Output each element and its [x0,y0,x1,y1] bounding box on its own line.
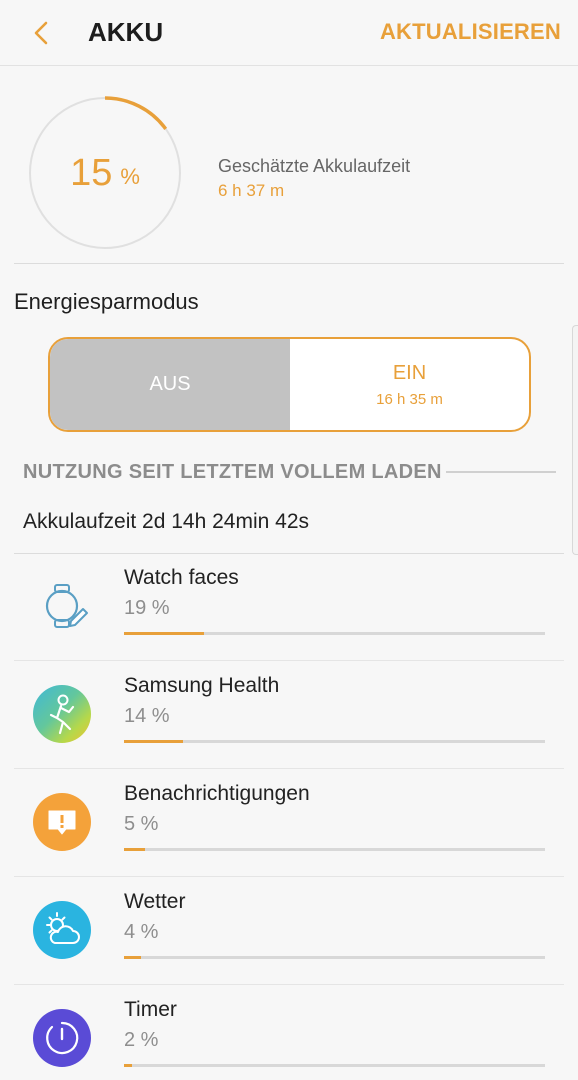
usage-bar-fill [124,848,146,851]
refresh-button[interactable]: AKTUALISIEREN [380,19,561,45]
usage-heading: NUTZUNG SEIT LETZTEM VOLLEM LADEN [23,461,442,483]
battery-level-unit: % [120,164,140,189]
app-percent: 5 % [124,813,159,835]
usage-bar-fill [124,632,204,635]
battery-level-number: 15 [70,151,113,194]
usage-bar [124,740,545,743]
power-saving-title: Energiesparmodus [14,289,199,314]
usage-bar [124,632,545,635]
divider [14,263,564,264]
app-usage-row[interactable]: Samsung Health 14 % [0,661,578,769]
power-saving-on-option[interactable]: EIN 16 h 35 m [290,339,529,430]
battery-level: 15 % [28,96,182,250]
app-percent: 4 % [124,921,159,943]
watch-edit-icon [33,577,91,635]
app-usage-row[interactable]: Timer 2 % [0,985,578,1080]
app-percent: 14 % [124,705,170,727]
power-saving-on-label: EIN [392,361,427,384]
notification-icon [33,793,91,851]
usage-bar-fill [124,1064,133,1067]
power-saving-on-duration: 16 h 35 m [376,390,443,408]
usage-bar [124,956,545,959]
usage-bar-fill [124,956,141,959]
app-name: Timer [124,998,177,1021]
power-saving-off-label: AUS [149,373,191,395]
chevron-left-icon[interactable] [28,18,54,48]
app-usage-row[interactable]: Benachrichtigungen 5 % [0,769,578,877]
app-name: Watch faces [124,566,239,589]
health-runner-icon [33,685,91,743]
power-saving-toggle[interactable]: AUS EIN 16 h 35 m [48,337,531,432]
heading-rule [446,471,556,473]
app-percent: 2 % [124,1029,159,1051]
page-title: AKKU [88,17,164,47]
app-usage-row[interactable]: Wetter 4 % [0,877,578,985]
app-percent: 19 % [124,597,170,619]
power-saving-off-option[interactable]: AUS [50,339,290,430]
app-name: Wetter [124,890,186,913]
battery-runtime: Akkulaufzeit 2d 14h 24min 42s [23,510,310,533]
app-name: Benachrichtigungen [124,782,310,805]
timer-icon [33,1009,91,1067]
estimate-value: 6 h 37 m [218,181,285,200]
usage-bar [124,1064,545,1067]
estimate-label: Geschätzte Akkulaufzeit [218,156,411,176]
app-name: Samsung Health [124,674,280,697]
app-usage-row[interactable]: Watch faces 19 % [0,553,578,661]
usage-bar-fill [124,740,183,743]
weather-icon [33,901,91,959]
app-header: AKKU AKTUALISIEREN [0,0,578,66]
usage-bar [124,848,545,851]
side-scroll-handle[interactable] [572,325,578,555]
